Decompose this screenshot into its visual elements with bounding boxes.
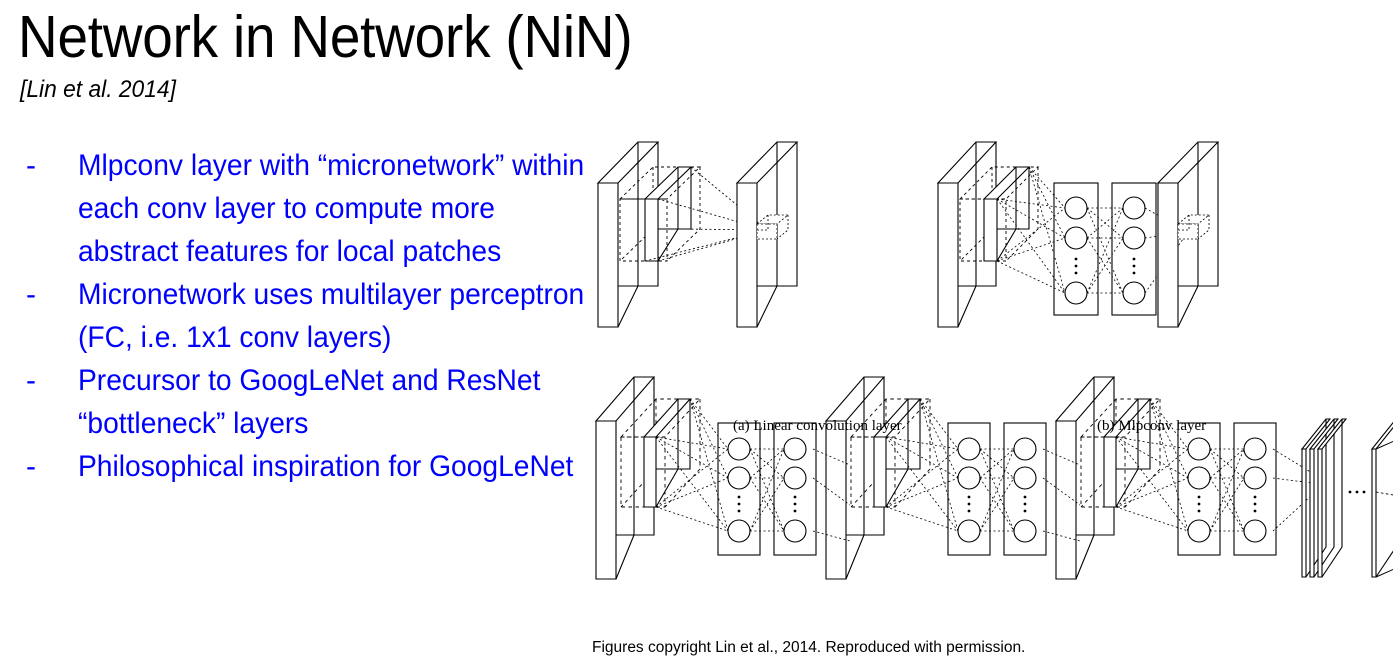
list-item-label: Micronetwork uses multilayer perceptron …: [78, 278, 585, 354]
figure-caption-b: (b) Mlpconv layer: [1097, 418, 1207, 434]
bullet-list: - Mlpconv layer with “micronetwork” with…: [26, 144, 626, 488]
bullet-marker-icon: -: [26, 364, 36, 397]
bullet-marker-icon: -: [26, 149, 36, 182]
list-item: - Philosophical inspiration for GoogLeNe…: [26, 445, 626, 488]
list-item-label: Precursor to GoogLeNet and ResNet “bottl…: [78, 364, 541, 440]
mlpconv-block-3: [1055, 376, 1277, 580]
citation-subtitle: [Lin et al. 2014]: [20, 76, 176, 103]
mlpconv-block-1: [595, 376, 817, 580]
list-item-label: Philosophical inspiration for GoogLeNet: [78, 450, 574, 483]
list-item: - Precursor to GoogLeNet and ResNet “bot…: [26, 359, 626, 445]
figure-nin-overall-architecture: [595, 376, 1393, 580]
bullet-marker-icon: -: [26, 278, 36, 311]
list-item-label: Mlpconv layer with “micronetwork” within…: [78, 149, 585, 268]
list-item: - Micronetwork uses multilayer perceptro…: [26, 273, 626, 359]
page-title: Network in Network (NiN): [18, 4, 633, 70]
global-average-pooling-stack: [1300, 418, 1393, 578]
list-item: - Mlpconv layer with “micronetwork” with…: [26, 144, 626, 273]
figure-panel: (a) Linear convolution layer (b) Mlpconv…: [560, 120, 1393, 663]
figure-caption-a: (a) Linear convolution layer: [733, 418, 902, 434]
bullet-marker-icon: -: [26, 450, 36, 483]
mlpconv-block-2: [825, 376, 1047, 580]
figure-credit-line: Figures copyright Lin et al., 2014. Repr…: [592, 639, 1026, 656]
